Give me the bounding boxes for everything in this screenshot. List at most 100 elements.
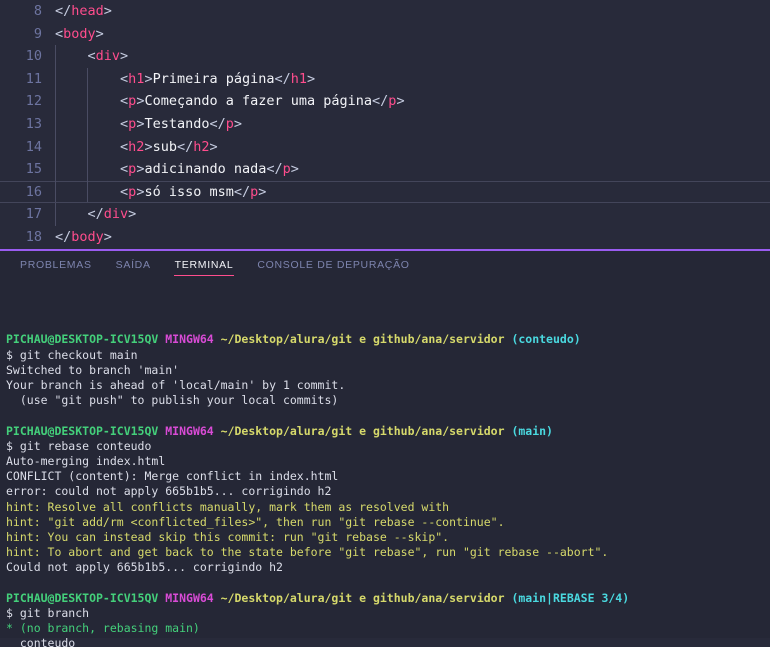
terminal-segment: ~/Desktop/alura/git e github/ana/servido… [220,423,512,438]
terminal-segment: hint: To abort and get back to the state… [6,545,609,560]
terminal-segment: $ git branch [6,606,90,621]
code-line[interactable]: 13 <p>Testando</p> [0,112,770,136]
indent-guide [55,67,56,91]
line-number: 18 [25,228,42,245]
terminal-line: $ git branch [6,606,770,621]
code-token-punc: < [120,183,129,200]
terminal-segment: hint: Resolve all conflicts manually, ma… [6,499,450,514]
terminal-segment: (use "git push" to publish your local co… [6,393,339,408]
indent-guide [55,180,56,204]
panel-tab-terminal[interactable]: TERMINAL [163,251,246,280]
terminal-line: PICHAU@DESKTOP-ICV15QV MINGW64 ~/Desktop… [6,424,770,439]
terminal-line: Your branch is ahead of 'local/main' by … [6,378,770,393]
code-line-content: <p>Testando</p> [42,112,242,136]
terminal-segment: (conteudo) [511,332,581,347]
code-line-content: <p>adicinando nada</p> [42,158,299,181]
code-token-punc: </ [87,206,104,223]
line-number: 11 [25,70,42,87]
terminal-line: $ git rebase conteudo [6,439,770,454]
line-number: 14 [25,138,42,155]
code-line[interactable]: 8 </head> [0,0,770,23]
indent-guide [87,67,88,91]
code-token-txt: adicinando nada [144,161,267,178]
code-token-punc: > [120,48,129,65]
code-token-punc: > [103,3,112,19]
code-line[interactable]: 16 <p>só isso msm</p> [0,180,770,204]
line-number: 12 [25,93,42,110]
line-number: 10 [25,48,42,65]
terminal-segment: hint: "git add/rm <conflicted_files>", t… [6,514,505,529]
terminal-segment: MINGW64 [165,423,221,438]
terminal-line: * (no branch, rebasing main) [6,621,770,636]
terminal-segment: error: could not apply 665b1b5... corrig… [6,484,332,499]
indent-guide [87,112,88,136]
terminal-line: hint: To abort and get back to the state… [6,545,770,560]
code-token-tag: body [71,228,104,245]
code-line[interactable]: 11 <h1>Primeira página</h1> [0,67,770,91]
code-token-txt: Primeira página [152,70,275,87]
code-token-punc: < [120,138,129,155]
terminal-line: conteudo [6,636,770,647]
code-line-content: <h2>sub</h2> [42,135,218,159]
indent-guide [87,158,88,181]
line-number: 15 [25,161,42,178]
code-line[interactable]: 18 </body> [0,226,770,249]
code-token-punc: </ [233,183,251,200]
code-line-content: <h1>Primeira página</h1> [42,67,315,91]
code-line[interactable]: 12 <p>Começando a fazer uma página</p> [0,90,770,113]
code-token-punc: < [120,70,129,87]
terminal-line: Could not apply 665b1b5... corrigindo h2 [6,560,770,575]
indent-guide [55,112,56,136]
code-line[interactable]: 17 </div> [0,203,770,226]
terminal-line: PICHAU@DESKTOP-ICV15QV MINGW64 ~/Desktop… [6,332,770,347]
code-token-punc: </ [209,115,226,132]
code-token-punc: > [209,138,218,155]
terminal-segment: hint: You can instead skip this commit: … [6,530,450,545]
panel-tab-saída[interactable]: SAÍDA [104,251,163,280]
code-token-txt: só isso msm [144,183,234,200]
line-number: 13 [25,115,42,132]
panel-tab-bar: PROBLEMAS SAÍDA TERMINAL CONSOLE DE DEPURAÇ… [0,251,770,280]
terminal-line: CONFLICT (content): Merge conflict in in… [6,469,770,484]
line-number: 16 [25,183,42,200]
code-line[interactable]: 9 <body> [0,23,770,46]
code-token-punc: > [95,25,104,42]
indent-guide [87,135,88,159]
panel-tab-console-de-depuração[interactable]: CONSOLE DE DEPURAÇÃO [245,251,421,280]
terminal-line: hint: "git add/rm <conflicted_files>", t… [6,515,770,530]
terminal-segment: * (no branch, rebasing main) [6,621,200,636]
code-token-tag: h2 [193,138,210,155]
terminal-segment: conteudo [6,636,76,647]
code-token-tag: div [103,206,129,223]
code-line-content: <p>Começando a fazer uma página</p> [42,90,405,113]
code-line-content: </head> [42,0,112,23]
code-token-tag: h2 [128,138,145,155]
terminal-segment: Auto-merging index.html [6,454,166,469]
bottom-panel: PROBLEMAS SAÍDA TERMINAL CONSOLE DE DEPURAÇ… [0,251,770,647]
indent-guide [55,203,56,226]
code-line[interactable]: 10 <div> [0,45,770,68]
panel-tab-problemas[interactable]: PROBLEMAS [8,251,104,280]
code-token-punc: > [128,206,137,223]
terminal-output[interactable]: PICHAU@DESKTOP-ICV15QV MINGW64 ~/Desktop… [0,280,770,647]
line-number: 17 [25,206,42,223]
code-token-punc: > [290,161,299,178]
code-token-punc: > [258,183,267,200]
code-token-punc: </ [274,70,291,87]
code-line[interactable]: 14 <h2>sub</h2> [0,135,770,159]
terminal-line: error: could not apply 665b1b5... corrig… [6,484,770,499]
terminal-line: Auto-merging index.html [6,454,770,469]
code-line-content: <div> [42,45,128,68]
code-token-punc: < [120,161,129,178]
code-line-content: <body> [42,23,104,46]
code-token-tag: p [282,161,291,178]
terminal-segment: Could not apply 665b1b5... corrigindo h2 [6,560,283,575]
code-editor[interactable]: 8 </head> 9 <body> 10 <div> 11 <h1>Primeira p… [0,0,770,249]
terminal-segment: Switched to branch 'main' [6,362,180,377]
code-line[interactable]: 15 <p>adicinando nada</p> [0,158,770,181]
terminal-line: hint: You can instead skip this commit: … [6,530,770,545]
